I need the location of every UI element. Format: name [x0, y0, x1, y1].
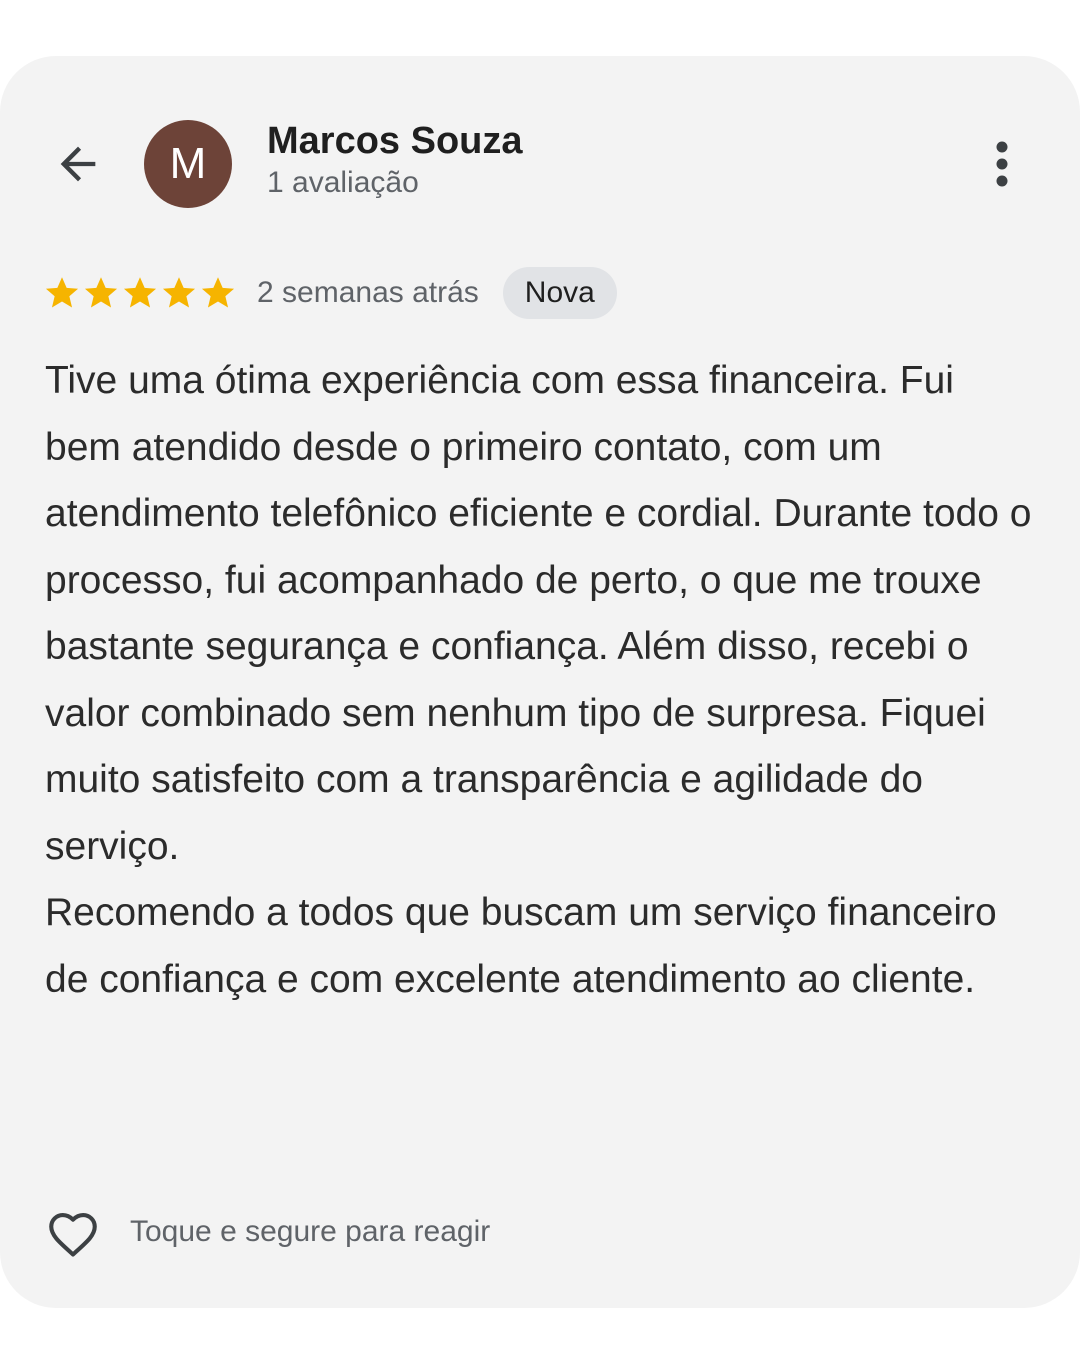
avatar-letter: M	[169, 139, 207, 188]
star-icon	[45, 277, 79, 308]
review-paragraph-2: Recomendo a todos que buscam um serviço …	[45, 891, 997, 1001]
rating-row: 2 semanas atrás Nova	[44, 266, 617, 320]
react-button[interactable]: Toque e segure para reagir	[44, 1204, 490, 1260]
back-button[interactable]	[48, 134, 108, 194]
more-vert-icon	[996, 141, 1008, 187]
new-badge: Nova	[502, 267, 617, 319]
arrow-left-icon	[60, 146, 96, 182]
review-paragraph-1: Tive uma ótima experiência com essa fina…	[45, 359, 1032, 868]
star-icon	[201, 277, 235, 308]
review-date: 2 semanas atrás	[257, 276, 479, 309]
react-label: Toque e segure para reagir	[130, 1215, 491, 1248]
more-options-button[interactable]	[978, 134, 1026, 194]
review-text: Tive uma ótima experiência com essa fina…	[45, 348, 1035, 1013]
avatar[interactable]: M	[144, 120, 232, 208]
heart-outline-icon	[49, 1213, 97, 1257]
review-count: 1 avaliação	[267, 166, 419, 199]
star-rating	[44, 275, 239, 311]
star-icon	[123, 277, 157, 308]
reviewer-name[interactable]: Marcos Souza	[267, 120, 523, 163]
star-icon	[162, 277, 196, 308]
review-card: M Marcos Souza 1 avaliação 2 semanas atr…	[0, 56, 1080, 1308]
star-icon	[84, 277, 118, 308]
